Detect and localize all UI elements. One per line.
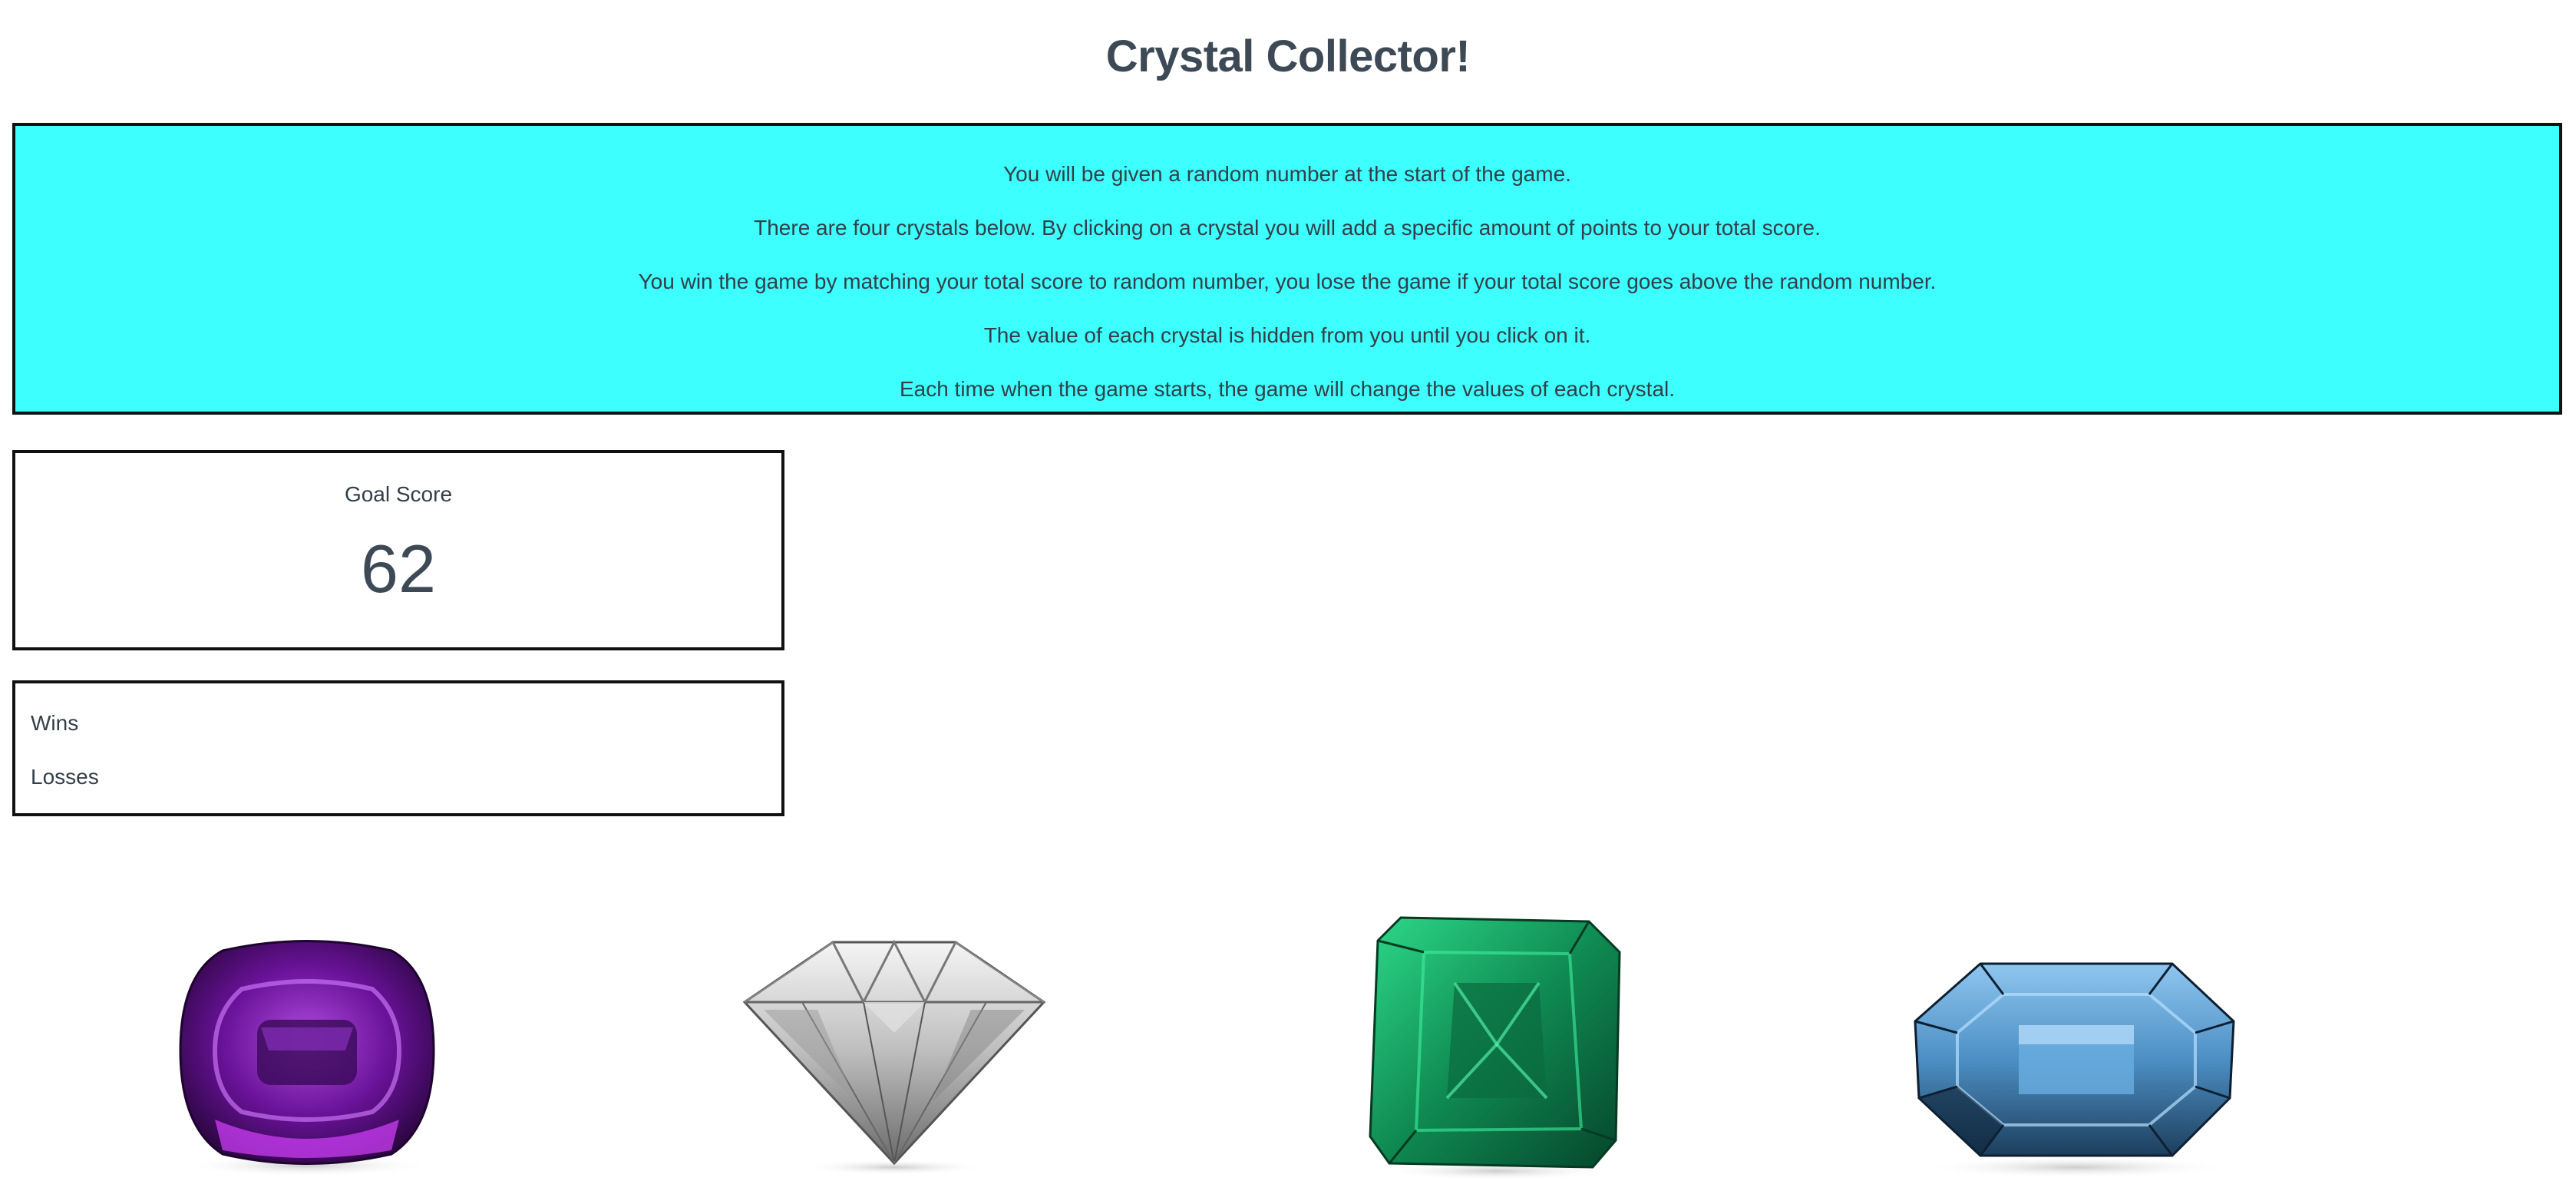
instructions-panel: You will be given a random number at the…: [12, 123, 2562, 415]
diamond-crystal-button[interactable]: [718, 933, 1071, 1181]
goal-score-value: 62: [361, 531, 436, 607]
emerald-crystal-button[interactable]: [1362, 906, 1631, 1181]
instruction-line: There are four crystals below. By clicki…: [754, 216, 1821, 240]
stats-panel: Wins Losses: [12, 680, 784, 816]
instruction-line: You will be given a random number at the…: [1003, 162, 1571, 186]
instruction-line: Each time when the game starts, the game…: [899, 377, 1676, 401]
purple-crystal-icon: [179, 940, 435, 1176]
instruction-line: The value of each crystal is hidden from…: [983, 323, 1591, 347]
aquamarine-crystal-icon: [1914, 962, 2235, 1178]
diamond-crystal-icon: [742, 939, 1046, 1175]
wins-label: Wins: [31, 711, 79, 735]
game-page: Crystal Collector! You will be given a r…: [0, 0, 2576, 1181]
aquamarine-crystal-button[interactable]: [1904, 952, 2249, 1181]
goal-score-label: Goal Score: [344, 482, 453, 506]
emerald-crystal-icon: [1369, 916, 1621, 1180]
losses-label: Losses: [31, 765, 99, 789]
purple-crystal-button[interactable]: [169, 935, 445, 1181]
goal-score-panel: Goal Score 62: [12, 450, 784, 650]
instruction-line: You win the game by matching your total …: [638, 270, 1937, 293]
page-title: Crystal Collector!: [1105, 31, 1471, 81]
